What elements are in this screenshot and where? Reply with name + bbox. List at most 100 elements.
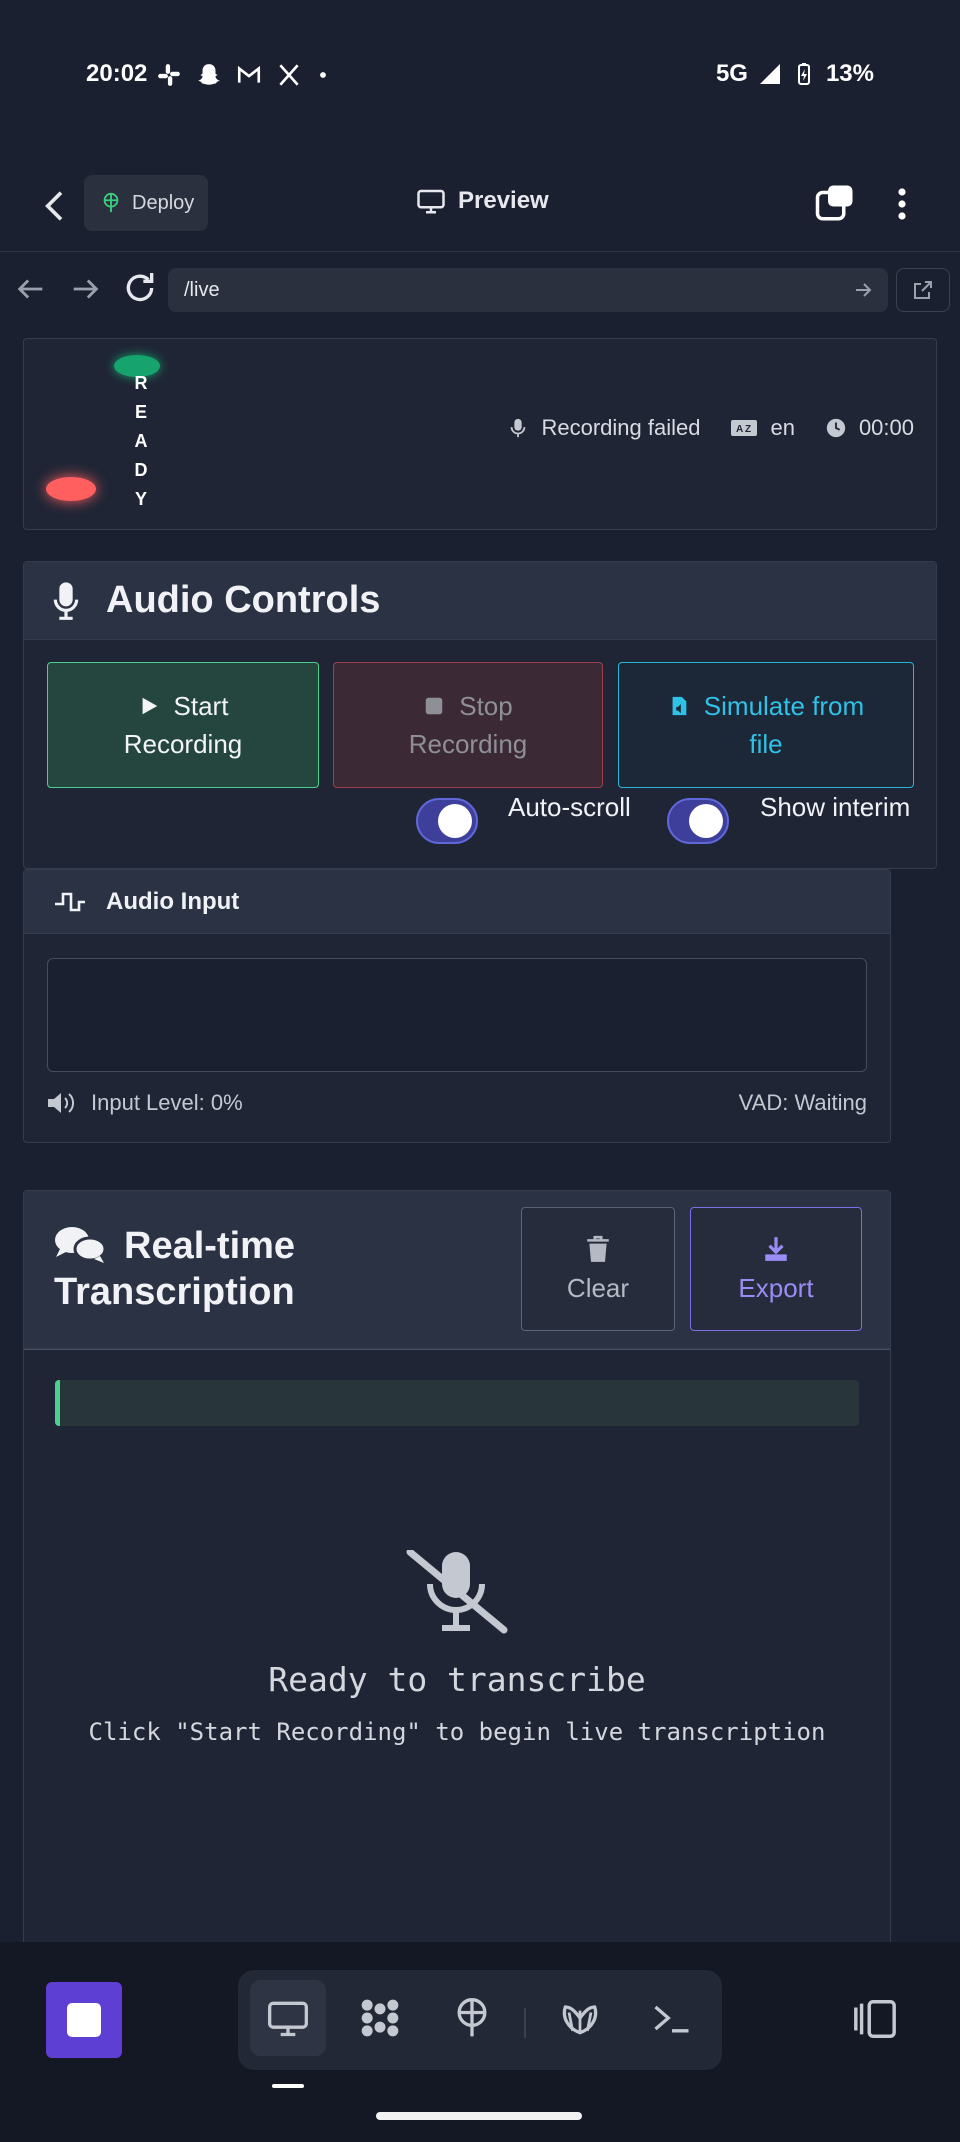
sidebar-toggle-icon[interactable] — [852, 1996, 898, 2042]
nav-forward-icon[interactable] — [68, 272, 102, 306]
recording-status-text: Recording failed — [541, 415, 701, 440]
audio-controls-header: Audio Controls — [24, 562, 936, 640]
notification-icons — [156, 62, 330, 88]
download-icon — [765, 1236, 787, 1261]
simulate-from-file-button[interactable]: Simulate from file — [618, 662, 914, 788]
deploy-label: Deploy — [132, 191, 195, 214]
tabs-icon[interactable] — [814, 182, 856, 224]
browser-url-row: /live — [0, 252, 960, 330]
microphone-icon — [511, 418, 526, 438]
stop-label-1: Stop — [459, 691, 513, 721]
shell-icon — [562, 2005, 598, 2035]
waveform-icon — [55, 892, 85, 911]
monitor-icon — [417, 189, 445, 214]
snapchat-icon — [198, 64, 220, 85]
network-type: 5G — [715, 60, 748, 87]
dot-icon — [320, 72, 326, 78]
stop-recording-button[interactable]: Stop Recording — [333, 662, 603, 788]
empty-state-subtitle: Click "Start Recording" to begin live tr… — [88, 1718, 826, 1746]
app-header: Deploy Preview — [0, 160, 960, 252]
stop-icon — [425, 697, 443, 715]
start-label-2: Recording — [123, 729, 243, 759]
start-label-1: Start — [173, 691, 229, 721]
audio-input-header: Audio Input — [24, 870, 890, 934]
vad-status: VAD: Waiting — [738, 1090, 867, 1115]
home-indicator[interactable] — [376, 2112, 582, 2120]
audio-file-icon — [672, 696, 687, 716]
preview-label: Preview — [458, 187, 549, 214]
audio-controls-card: Audio Controls Start Recording Stop Reco… — [23, 561, 937, 869]
dock-deploy-tab[interactable] — [434, 1980, 510, 2056]
deploy-button[interactable]: Deploy — [84, 175, 208, 231]
back-arrow-icon[interactable] — [36, 184, 76, 228]
audio-level-row: Input Level: 0% VAD: Waiting — [47, 1090, 867, 1116]
url-input[interactable]: /live — [168, 268, 888, 312]
reload-icon[interactable] — [120, 268, 160, 308]
deploy-icon — [103, 192, 119, 213]
dock-tool-group — [238, 1970, 722, 2070]
dock-console-tab[interactable] — [634, 1980, 710, 2056]
export-button[interactable]: Export — [690, 1207, 862, 1331]
volume-icon — [48, 1093, 75, 1113]
auto-scroll-label: Auto-scroll — [508, 792, 631, 822]
chat-bubbles-icon — [55, 1227, 106, 1263]
play-icon — [142, 697, 157, 715]
recording-indicator-dot — [46, 477, 96, 501]
language-status: AZ en — [730, 415, 795, 441]
external-link-icon — [914, 281, 932, 299]
active-tab-indicator — [272, 2084, 304, 2088]
microphone-slash-icon — [406, 1550, 508, 1634]
transcription-header: Real-time Transcription Clear Export — [24, 1191, 890, 1349]
url-text: /live — [184, 278, 220, 301]
simulate-label-1: Simulate from — [703, 691, 865, 721]
ready-label: READY — [134, 373, 148, 509]
nav-back-icon[interactable] — [14, 272, 48, 306]
svg-text:A: A — [736, 424, 743, 435]
transcription-body: Ready to transcribe Click "Start Recordi… — [24, 1349, 890, 1942]
audio-controls-title: Audio Controls — [106, 579, 381, 621]
dock-preview-tab[interactable] — [250, 1980, 326, 2056]
timer-text: 00:00 — [858, 415, 914, 440]
monitor-icon — [268, 2001, 308, 2037]
show-interim-toggle[interactable] — [667, 798, 729, 844]
battery-percent: 13% — [825, 60, 874, 87]
start-recording-button[interactable]: Start Recording — [47, 662, 319, 788]
system-status-bar: 20:02 5G 13% — [0, 0, 960, 160]
go-arrow-icon[interactable] — [852, 278, 876, 302]
microphone-icon — [53, 581, 79, 620]
empty-state-title: Ready to transcribe — [268, 1660, 646, 1699]
clear-label: Clear — [566, 1272, 630, 1303]
connection-status-card: READY Recording failed AZ en 00:00 — [23, 338, 937, 530]
language-code: en — [770, 415, 795, 440]
show-interim-label: Show interim — [760, 792, 911, 822]
gmail-icon — [237, 65, 261, 83]
dock-agent-tab[interactable] — [342, 1980, 418, 2056]
svg-text:Z: Z — [745, 424, 751, 435]
slack-icon — [158, 64, 180, 86]
interim-result-bar — [55, 1380, 859, 1426]
auto-scroll-toggle[interactable] — [416, 798, 478, 844]
preview-title[interactable]: Preview — [416, 186, 549, 216]
battery-icon — [797, 63, 810, 85]
audio-input-card: Audio Input Input Level: 0% VAD: Waiting — [23, 869, 891, 1143]
page-content: READY Recording failed AZ en 00:00 Audio… — [0, 330, 960, 1942]
clear-button[interactable]: Clear — [521, 1207, 675, 1331]
stop-label-2: Recording — [408, 729, 528, 759]
timer-status: 00:00 — [825, 415, 914, 441]
export-label: Export — [738, 1272, 814, 1303]
signal-icon — [759, 64, 780, 84]
bottom-dock — [0, 1942, 960, 2142]
open-external-button[interactable] — [896, 268, 950, 312]
status-items: Recording failed AZ en 00:00 — [507, 415, 914, 441]
audio-level-visualizer — [47, 958, 867, 1072]
stop-app-button[interactable] — [46, 1982, 122, 2058]
simulate-label-2: file — [749, 729, 783, 759]
stop-square-icon — [67, 2003, 101, 2037]
deploy-icon — [457, 1998, 487, 2037]
x-icon — [279, 64, 299, 86]
more-options-icon[interactable] — [884, 182, 920, 226]
recording-status: Recording failed — [507, 415, 700, 441]
transcription-title-line2: Transcription — [54, 1271, 295, 1313]
input-level-text: Input Level: 0% — [91, 1090, 243, 1115]
dock-shell-tab[interactable] — [542, 1980, 618, 2056]
